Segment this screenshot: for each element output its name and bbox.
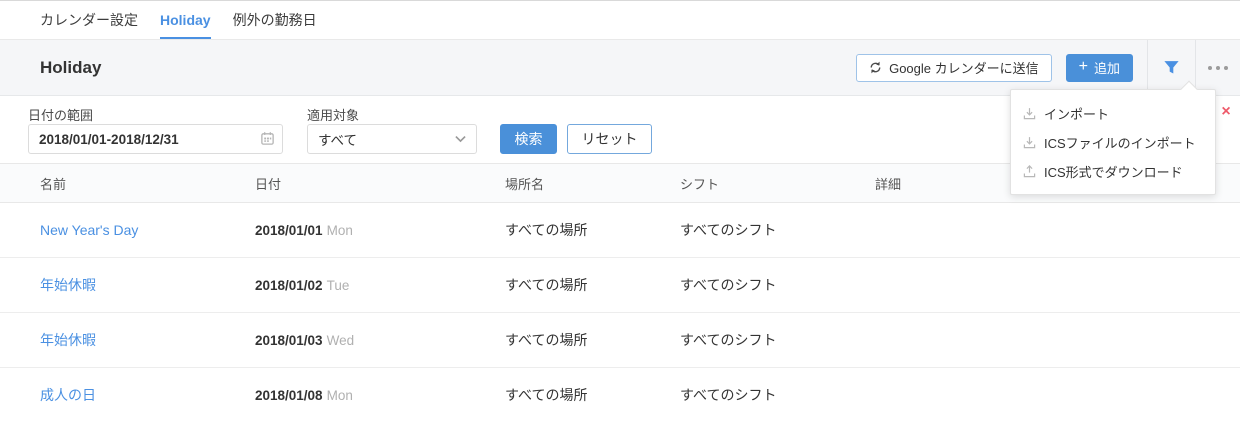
plus-icon: + xyxy=(1079,59,1088,75)
add-button[interactable]: + 追加 xyxy=(1066,54,1133,82)
holiday-date: 2018/01/03 Wed xyxy=(255,332,505,348)
day-of-week: Mon xyxy=(327,388,353,403)
holiday-shift: すべてのシフト xyxy=(680,220,875,240)
column-header-name: 名前 xyxy=(40,174,255,193)
date-value: 2018/01/02 xyxy=(255,278,323,293)
search-button[interactable]: 検索 xyxy=(500,124,557,154)
day-of-week: Mon xyxy=(327,223,353,238)
table-row: 年始休暇 2018/01/02 Tue すべての場所 すべてのシフト xyxy=(0,258,1240,313)
download-icon xyxy=(1023,136,1036,149)
more-options-button[interactable] xyxy=(1196,40,1240,96)
page-header: Holiday Google カレンダーに送信 + 追加 xyxy=(0,40,1240,96)
more-options-menu: インポート ICSファイルのインポート ICS形式でダウンロード xyxy=(1010,89,1216,195)
menu-item-label: インポート xyxy=(1044,104,1109,123)
column-header-shift: シフト xyxy=(680,174,875,193)
table-row: 年始休暇 2018/01/03 Wed すべての場所 すべてのシフト xyxy=(0,313,1240,368)
holiday-shift: すべてのシフト xyxy=(680,385,875,405)
google-sync-button[interactable]: Google カレンダーに送信 xyxy=(856,54,1052,82)
target-label: 適用対象 xyxy=(307,105,359,124)
menu-item-import[interactable]: インポート xyxy=(1011,99,1215,128)
date-range-field xyxy=(28,124,283,154)
tab-bar: カレンダー設定 Holiday 例外の勤務日 xyxy=(0,0,1240,40)
menu-item-ics-download[interactable]: ICS形式でダウンロード xyxy=(1011,157,1215,186)
table-row: 成人の日 2018/01/08 Mon すべての場所 すべてのシフト xyxy=(0,368,1240,422)
google-sync-label: Google カレンダーに送信 xyxy=(889,58,1039,77)
menu-item-label: ICSファイルのインポート xyxy=(1044,133,1196,152)
close-filter-button[interactable]: × xyxy=(1214,100,1238,124)
funnel-icon xyxy=(1163,59,1180,76)
reset-button[interactable]: リセット xyxy=(567,124,652,154)
holiday-name-link[interactable]: 年始休暇 xyxy=(40,275,255,295)
date-range-input[interactable] xyxy=(28,124,283,154)
column-header-date: 日付 xyxy=(255,174,505,193)
date-value: 2018/01/01 xyxy=(255,223,323,238)
column-header-location: 場所名 xyxy=(505,174,680,193)
tab-calendar-settings[interactable]: カレンダー設定 xyxy=(40,1,138,39)
holiday-name-link[interactable]: 成人の日 xyxy=(40,385,255,405)
holiday-location: すべての場所 xyxy=(505,220,680,240)
add-button-label: 追加 xyxy=(1094,58,1120,77)
holiday-name-link[interactable]: New Year's Day xyxy=(40,222,255,238)
holiday-date: 2018/01/08 Mon xyxy=(255,387,505,403)
holiday-date: 2018/01/01 Mon xyxy=(255,222,505,238)
date-value: 2018/01/03 xyxy=(255,333,323,348)
holiday-location: すべての場所 xyxy=(505,275,680,295)
tab-exception-workdays[interactable]: 例外の勤務日 xyxy=(233,1,317,39)
download-icon xyxy=(1023,107,1036,120)
date-range-label: 日付の範囲 xyxy=(28,105,93,124)
menu-item-label: ICS形式でダウンロード xyxy=(1044,162,1183,181)
upload-icon xyxy=(1023,165,1036,178)
calendar-icon[interactable] xyxy=(260,131,275,146)
target-select[interactable]: すべて xyxy=(307,124,477,154)
day-of-week: Tue xyxy=(327,278,350,293)
date-value: 2018/01/08 xyxy=(255,388,323,403)
menu-item-ics-import[interactable]: ICSファイルのインポート xyxy=(1011,128,1215,157)
holiday-location: すべての場所 xyxy=(505,385,680,405)
holiday-shift: すべてのシフト xyxy=(680,330,875,350)
day-of-week: Wed xyxy=(327,333,355,348)
page-title: Holiday xyxy=(40,58,101,78)
chevron-down-icon xyxy=(455,135,466,143)
ellipsis-icon xyxy=(1208,66,1228,70)
tab-holiday[interactable]: Holiday xyxy=(160,1,211,39)
table-row: New Year's Day 2018/01/01 Mon すべての場所 すべての… xyxy=(0,203,1240,258)
sync-icon xyxy=(869,61,882,74)
target-select-value: すべて xyxy=(318,129,357,149)
holiday-name-link[interactable]: 年始休暇 xyxy=(40,330,255,350)
holiday-shift: すべてのシフト xyxy=(680,275,875,295)
holiday-location: すべての場所 xyxy=(505,330,680,350)
holiday-date: 2018/01/02 Tue xyxy=(255,277,505,293)
